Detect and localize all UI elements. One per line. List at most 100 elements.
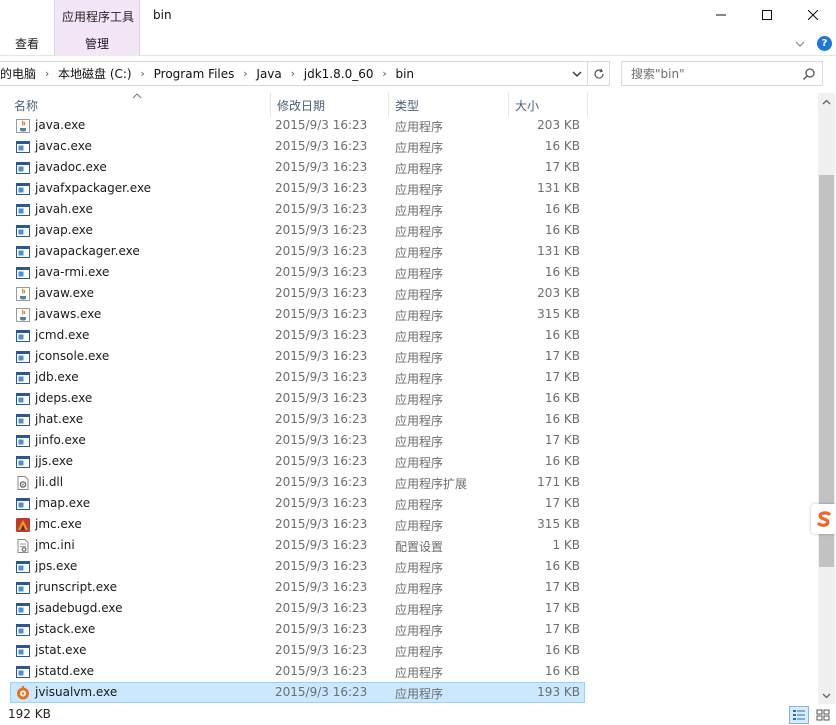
file-list: java.exe 2015/9/3 16:23 应用程序 203 KB javac.ex… <box>0 114 818 704</box>
file-row[interactable]: javadoc.exe 2015/9/3 16:23 应用程序 17 KB <box>10 157 585 178</box>
file-size: 16 KB <box>544 454 580 468</box>
file-row[interactable]: jinfo.exe 2015/9/3 16:23 应用程序 17 KB <box>10 430 585 451</box>
file-row[interactable]: javac.exe 2015/9/3 16:23 应用程序 16 KB <box>10 136 585 157</box>
maximize-icon <box>762 10 772 20</box>
chevron-down-icon <box>822 693 831 698</box>
file-date: 2015/9/3 16:23 <box>275 286 368 300</box>
java-cup-icon <box>15 118 31 134</box>
large-icons-view-button[interactable] <box>813 706 833 724</box>
jmc-flame-icon <box>15 517 31 533</box>
minimize-icon <box>716 14 726 16</box>
file-row[interactable]: javafxpackager.exe 2015/9/3 16:23 应用程序 131 … <box>10 178 585 199</box>
file-row[interactable]: jvisualvm.exe 2015/9/3 16:23 应用程序 193 KB <box>10 682 585 703</box>
breadcrumb-separator-icon[interactable]: › <box>234 67 256 80</box>
ribbon-expand-button[interactable] <box>793 37 807 51</box>
file-row[interactable]: jstack.exe 2015/9/3 16:23 应用程序 17 KB <box>10 619 585 640</box>
sogou-ime-icon[interactable] <box>811 504 836 534</box>
breadcrumb-item-program-files[interactable]: Program Files <box>154 67 235 81</box>
maximize-button[interactable] <box>744 0 790 30</box>
file-date: 2015/9/3 16:23 <box>275 244 368 258</box>
file-row[interactable]: jmc.ini 2015/9/3 16:23 配置设置 1 KB <box>10 535 585 556</box>
file-row[interactable]: jdb.exe 2015/9/3 16:23 应用程序 17 KB <box>10 367 585 388</box>
breadcrumb-item-jdk[interactable]: jdk1.8.0_60 <box>304 67 374 81</box>
breadcrumb-item-local-disk[interactable]: 本地磁盘 (C:) <box>58 65 132 82</box>
file-row[interactable]: javaw.exe 2015/9/3 16:23 应用程序 203 KB <box>10 283 585 304</box>
file-row[interactable]: javapackager.exe 2015/9/3 16:23 应用程序 131 KB <box>10 241 585 262</box>
file-name: javapackager.exe <box>35 244 140 258</box>
tab-manage[interactable]: 管理 <box>54 31 140 56</box>
close-icon <box>808 10 818 20</box>
file-row[interactable]: java-rmi.exe 2015/9/3 16:23 应用程序 16 KB <box>10 262 585 283</box>
file-row[interactable]: javap.exe 2015/9/3 16:23 应用程序 16 KB <box>10 220 585 241</box>
search-box[interactable] <box>621 61 823 86</box>
breadcrumb: 的电脑 › 本地磁盘 (C:) › Program Files › Java ›… <box>0 65 414 82</box>
scroll-down-button[interactable] <box>818 687 835 704</box>
exe-window-icon <box>15 622 31 638</box>
close-button[interactable] <box>790 0 836 30</box>
file-date: 2015/9/3 16:23 <box>275 559 368 573</box>
file-name: javaw.exe <box>35 286 94 300</box>
file-row[interactable]: jps.exe 2015/9/3 16:23 应用程序 16 KB <box>10 556 585 577</box>
breadcrumb-separator-icon[interactable]: › <box>373 67 395 80</box>
exe-window-icon <box>15 265 31 281</box>
exe-window-icon <box>15 181 31 197</box>
file-row[interactable]: jdeps.exe 2015/9/3 16:23 应用程序 16 KB <box>10 388 585 409</box>
file-name: jvisualvm.exe <box>35 685 118 699</box>
breadcrumb-item-java[interactable]: Java <box>256 67 281 81</box>
breadcrumb-separator-icon[interactable]: › <box>36 67 58 80</box>
file-row[interactable]: jjs.exe 2015/9/3 16:23 应用程序 16 KB <box>10 451 585 472</box>
file-name: javaws.exe <box>35 307 102 321</box>
file-name: jli.dll <box>35 475 64 489</box>
file-date: 2015/9/3 16:23 <box>275 328 368 342</box>
file-row[interactable]: jsadebugd.exe 2015/9/3 16:23 应用程序 17 KB <box>10 598 585 619</box>
refresh-button[interactable] <box>588 61 610 86</box>
file-row[interactable]: jrunscript.exe 2015/9/3 16:23 应用程序 17 KB <box>10 577 585 598</box>
file-size: 16 KB <box>544 643 580 657</box>
address-bar[interactable]: 的电脑 › 本地磁盘 (C:) › Program Files › Java ›… <box>0 61 588 86</box>
ini-settings-icon <box>15 538 31 554</box>
file-size: 131 KB <box>537 244 580 258</box>
file-size: 16 KB <box>544 391 580 405</box>
file-row[interactable]: java.exe 2015/9/3 16:23 应用程序 203 KB <box>10 115 585 136</box>
breadcrumb-separator-icon[interactable]: › <box>282 67 304 80</box>
file-row[interactable]: jmc.exe 2015/9/3 16:23 应用程序 315 KB <box>10 514 585 535</box>
file-size: 17 KB <box>544 601 580 615</box>
file-size: 315 KB <box>537 307 580 321</box>
breadcrumb-item-this-pc[interactable]: 的电脑 <box>0 65 36 82</box>
file-row[interactable]: jconsole.exe 2015/9/3 16:23 应用程序 17 KB <box>10 346 585 367</box>
tab-view[interactable]: 查看 <box>0 31 54 55</box>
file-type: 应用程序 <box>395 561 444 575</box>
file-name: jsadebugd.exe <box>35 601 123 615</box>
file-type: 应用程序 <box>395 414 444 428</box>
file-type: 应用程序 <box>395 666 444 680</box>
file-row[interactable]: jmap.exe 2015/9/3 16:23 应用程序 17 KB <box>10 493 585 514</box>
file-date: 2015/9/3 16:23 <box>275 517 368 531</box>
file-row[interactable]: javah.exe 2015/9/3 16:23 应用程序 16 KB <box>10 199 585 220</box>
file-row[interactable]: jcmd.exe 2015/9/3 16:23 应用程序 16 KB <box>10 325 585 346</box>
breadcrumb-item-bin[interactable]: bin <box>395 67 414 81</box>
minimize-button[interactable] <box>698 0 744 30</box>
file-name: jcmd.exe <box>35 328 90 342</box>
file-row[interactable]: jstatd.exe 2015/9/3 16:23 应用程序 16 KB <box>10 661 585 682</box>
address-history-button[interactable] <box>570 67 584 81</box>
help-icon[interactable]: ? <box>817 36 832 51</box>
scroll-up-button[interactable] <box>818 93 835 110</box>
file-date: 2015/9/3 16:23 <box>275 412 368 426</box>
file-row[interactable]: jhat.exe 2015/9/3 16:23 应用程序 16 KB <box>10 409 585 430</box>
breadcrumb-separator-icon[interactable]: › <box>132 67 154 80</box>
search-icon[interactable] <box>802 67 816 81</box>
file-type: 应用程序 <box>395 330 444 344</box>
details-view-button[interactable] <box>789 706 809 724</box>
file-type: 应用程序 <box>395 645 444 659</box>
file-date: 2015/9/3 16:23 <box>275 265 368 279</box>
search-input[interactable] <box>623 63 798 84</box>
file-name: jdeps.exe <box>35 391 93 405</box>
file-date: 2015/9/3 16:23 <box>275 349 368 363</box>
file-row[interactable]: jstat.exe 2015/9/3 16:23 应用程序 16 KB <box>10 640 585 661</box>
file-type: 应用程序 <box>395 519 444 533</box>
file-row[interactable]: javaws.exe 2015/9/3 16:23 应用程序 315 KB <box>10 304 585 325</box>
file-row[interactable]: jli.dll 2015/9/3 16:23 应用程序扩展 171 KB <box>10 472 585 493</box>
vertical-scrollbar[interactable] <box>818 93 835 704</box>
context-tab-header-label: 应用程序工具 <box>61 10 134 24</box>
java-cup-icon <box>15 286 31 302</box>
